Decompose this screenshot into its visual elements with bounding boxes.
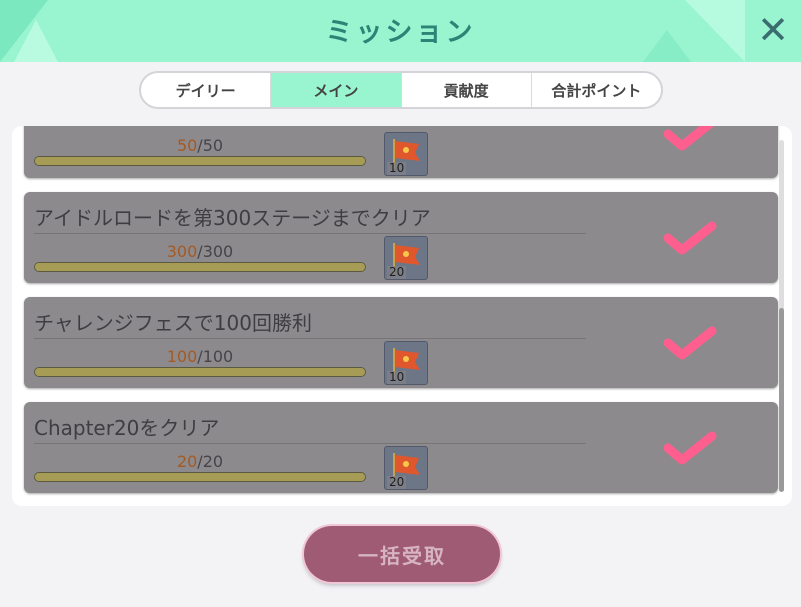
progress-total: /50: [197, 136, 224, 155]
tab-daily[interactable]: デイリー: [141, 73, 272, 107]
progress-current: 20: [176, 452, 198, 471]
progress-text: 20/20: [34, 452, 366, 471]
reward-item[interactable]: 10: [384, 132, 428, 176]
progress-current: 300: [166, 242, 198, 261]
reward-quantity: 20: [387, 475, 407, 489]
progress-fill: [35, 473, 365, 481]
reward-quantity: 20: [387, 265, 407, 279]
reward-item[interactable]: 20: [384, 236, 428, 280]
header-bar: ミッション ✕: [0, 0, 801, 62]
reward-item[interactable]: 10: [384, 341, 428, 385]
mission-title: Chapter20をクリア: [34, 416, 220, 440]
tab-total-points[interactable]: 合計ポイント: [532, 73, 661, 107]
mission-list[interactable]: 50/50 10 アイドルロードを第300ステージまでクリア 300/300 2…: [12, 126, 792, 506]
tab-bar: デイリー メイン 貢献度 合計ポイント: [139, 71, 663, 109]
reward-quantity: 10: [387, 370, 407, 384]
progress-bar: [34, 472, 366, 482]
mission-card: アイドルロードを第300ステージまでクリア 300/300 20: [24, 192, 778, 283]
progress-current: 50: [176, 136, 198, 155]
check-icon: [663, 326, 717, 360]
check-icon: [663, 221, 717, 255]
page-title: ミッション: [325, 17, 476, 48]
divider: [34, 443, 586, 444]
reward-quantity: 10: [387, 161, 407, 175]
progress-current: 100: [166, 347, 198, 366]
scrollbar[interactable]: [779, 140, 784, 492]
progress-bar: [34, 262, 366, 272]
progress-fill: [35, 263, 365, 271]
progress-total: /300: [197, 242, 234, 261]
mission-card: 50/50 10: [24, 126, 778, 178]
mission-title: アイドルロードを第300ステージまでクリア: [34, 206, 431, 230]
progress-fill: [35, 368, 365, 376]
scrollbar-thumb[interactable]: [779, 308, 784, 492]
check-icon: [663, 126, 715, 151]
divider: [34, 338, 586, 339]
tab-main[interactable]: メイン: [271, 73, 402, 107]
bulk-claim-button[interactable]: 一括受取: [304, 526, 500, 582]
reward-item[interactable]: 20: [384, 446, 428, 490]
progress-text: 300/300: [34, 242, 366, 261]
progress-text: 50/50: [34, 136, 366, 155]
mission-title: チャレンジフェスで100回勝利: [34, 311, 312, 335]
check-icon: [663, 431, 717, 465]
divider: [34, 233, 586, 234]
mission-card: チャレンジフェスで100回勝利 100/100 10: [24, 297, 778, 388]
progress-text: 100/100: [34, 347, 366, 366]
mission-card: Chapter20をクリア 20/20 20: [24, 402, 778, 493]
tab-contribution[interactable]: 貢献度: [402, 73, 532, 107]
close-icon[interactable]: ✕: [755, 11, 791, 49]
progress-fill: [35, 157, 365, 165]
progress-total: /20: [197, 452, 224, 471]
progress-bar: [34, 156, 366, 166]
progress-bar: [34, 367, 366, 377]
progress-total: /100: [197, 347, 234, 366]
